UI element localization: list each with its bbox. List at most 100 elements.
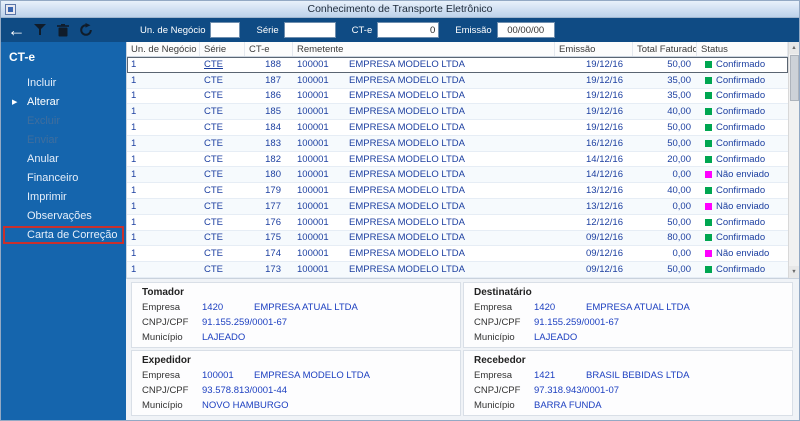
cell-un-negocio: 1 xyxy=(131,137,137,149)
status-label: Confirmado xyxy=(716,185,766,197)
sidebar-item-incluir[interactable]: Incluir xyxy=(3,74,124,92)
cell-remetente-name: EMPRESA MODELO LTDA xyxy=(349,248,465,260)
cell-serie: CTE xyxy=(204,200,223,212)
cell-status: Confirmado xyxy=(697,59,788,70)
cte-label: CT-e xyxy=(351,24,373,36)
status-indicator-icon xyxy=(705,92,712,100)
panel-row-municipio: Município BARRA FUNDA xyxy=(474,400,782,411)
scroll-up-button[interactable]: ▲ xyxy=(789,42,799,54)
table-row[interactable]: 1 CTE 180 100001 EMPRESA MODELO LTDA 14/12/16… xyxy=(127,167,788,184)
cell-total-faturado: 0,00 xyxy=(672,169,692,181)
table-row[interactable]: 1 CTE 186 100001 EMPRESA MODELO LTDA 19/12/16… xyxy=(127,88,788,105)
cell-remetente-name: EMPRESA MODELO LTDA xyxy=(349,169,465,181)
panel-recebedor: Recebedor Empresa 1421 BRASIL BEBIDAS LTDA C… xyxy=(463,350,793,416)
cell-emissao: 14/12/16 xyxy=(586,169,623,181)
scroll-down-button[interactable]: ▼ xyxy=(789,266,799,278)
filter-button[interactable] xyxy=(29,20,50,41)
cell-status: Não enviado xyxy=(697,248,788,259)
table-row[interactable]: 1 CTE 187 100001 EMPRESA MODELO LTDA 19/12/16… xyxy=(127,72,788,89)
empresa-code: 1420 xyxy=(202,302,224,313)
back-arrow-icon: ← xyxy=(7,20,26,40)
vertical-scrollbar[interactable]: ▲ ▼ xyxy=(788,42,799,278)
cell-un-negocio: 1 xyxy=(131,248,137,260)
header-emissao[interactable]: Emissão xyxy=(555,42,633,56)
table-row[interactable]: 1 CTE 177 100001 EMPRESA MODELO LTDA 13/12/16… xyxy=(127,199,788,215)
empresa-label: Empresa xyxy=(474,370,513,381)
toolbar: ← Un. de Negócio Série CT-e Emissão xyxy=(1,18,799,42)
table-row[interactable]: 1 CTE 176 100001 EMPRESA MODELO LTDA 12/12/16… xyxy=(127,214,788,231)
cell-remetente-code: 100001 xyxy=(297,58,329,70)
cell-remetente-code: 100001 xyxy=(297,153,329,165)
cell-emissao: 19/12/16 xyxy=(586,106,623,118)
cell-serie: CTE xyxy=(204,169,223,181)
cell-emissao: 09/12/16 xyxy=(586,232,623,244)
cell-emissao: 13/12/16 xyxy=(586,200,623,212)
table-row[interactable]: 1 CTE 185 100001 EMPRESA MODELO LTDA 19/12/16… xyxy=(127,104,788,121)
cell-remetente-name: EMPRESA MODELO LTDA xyxy=(349,137,465,149)
table-row[interactable]: 1 CTE 188 100001 EMPRESA MODELO LTDA 19/12/16… xyxy=(127,57,788,73)
back-button[interactable]: ← xyxy=(6,20,27,41)
cnpj-label: CNPJ/CPF xyxy=(142,385,189,396)
table-row[interactable]: 1 CTE 182 100001 EMPRESA MODELO LTDA 14/12/16… xyxy=(127,151,788,168)
panel-title: Expedidor xyxy=(142,355,191,366)
sidebar-item-alterar[interactable]: ▶ Alterar xyxy=(3,93,124,111)
table-row[interactable]: 1 CTE 184 100001 EMPRESA MODELO LTDA 19/12/16… xyxy=(127,120,788,136)
sidebar-item-anular[interactable]: Anular xyxy=(3,150,124,168)
cell-cte-number: 173 xyxy=(265,264,281,276)
table-row[interactable]: 1 CTE 175 100001 EMPRESA MODELO LTDA 09/12/16… xyxy=(127,230,788,247)
cell-total-faturado: 50,00 xyxy=(667,137,691,149)
header-serie[interactable]: Série xyxy=(200,42,245,56)
serie-input[interactable] xyxy=(283,22,336,38)
cell-un-negocio: 1 xyxy=(131,106,137,118)
header-un-negocio[interactable]: Un. de Negócio xyxy=(127,42,200,56)
cell-un-negocio: 1 xyxy=(131,232,137,244)
delete-button[interactable] xyxy=(52,20,73,41)
panel-expedidor: Expedidor Empresa 100001 EMPRESA MODELO LTD… xyxy=(131,350,461,416)
cell-total-faturado: 50,00 xyxy=(667,264,691,276)
empresa-label: Empresa xyxy=(474,302,513,313)
emissao-date-input[interactable] xyxy=(496,22,555,38)
table-row[interactable]: 1 CTE 174 100001 EMPRESA MODELO LTDA 09/12/16… xyxy=(127,246,788,263)
panel-title: Destinatário xyxy=(474,287,532,298)
cell-status: Não enviado xyxy=(697,201,788,212)
cell-remetente-code: 100001 xyxy=(297,216,329,228)
sidebar-item-observacoes[interactable]: Observações xyxy=(3,207,124,225)
header-cte[interactable]: CT-e xyxy=(245,42,293,56)
panel-row-municipio: Município NOVO HAMBURGO xyxy=(142,400,450,411)
scrollbar-thumb[interactable] xyxy=(789,55,799,101)
empresa-name: EMPRESA ATUAL LTDA xyxy=(586,302,690,313)
empresa-label: Empresa xyxy=(142,370,181,381)
cnpj-value: 91.155.259/0001-67 xyxy=(534,317,620,328)
panel-row-cnpj: CNPJ/CPF 91.155.259/0001-67 xyxy=(142,317,450,328)
cte-number-input[interactable] xyxy=(377,22,440,38)
header-status[interactable]: Status xyxy=(697,42,788,56)
cell-serie: CTE xyxy=(204,137,223,149)
cell-emissao: 19/12/16 xyxy=(586,58,623,70)
sidebar-item-carta-de-correcao[interactable]: Carta de Correção xyxy=(3,226,124,244)
cell-remetente-name: EMPRESA MODELO LTDA xyxy=(349,216,465,228)
cell-un-negocio: 1 xyxy=(131,122,137,134)
cell-un-negocio: 1 xyxy=(131,185,137,197)
table-row[interactable]: 1 CTE 179 100001 EMPRESA MODELO LTDA 13/12/16… xyxy=(127,183,788,200)
cell-emissao: 13/12/16 xyxy=(586,185,623,197)
sidebar-item-imprimir[interactable]: Imprimir xyxy=(3,188,124,206)
sidebar-item-financeiro[interactable]: Financeiro xyxy=(3,169,124,187)
refresh-icon xyxy=(79,23,92,36)
table-row[interactable]: 1 CTE 183 100001 EMPRESA MODELO LTDA 16/12/16… xyxy=(127,135,788,152)
un-negocio-input[interactable] xyxy=(210,22,241,38)
header-remetente[interactable]: Remetente xyxy=(293,42,555,56)
cell-remetente-name: EMPRESA MODELO LTDA xyxy=(349,264,465,276)
cell-total-faturado: 35,00 xyxy=(667,90,691,102)
refresh-button[interactable] xyxy=(75,20,96,41)
cell-remetente-name: EMPRESA MODELO LTDA xyxy=(349,185,465,197)
cell-remetente-name: EMPRESA MODELO LTDA xyxy=(349,106,465,118)
cell-total-faturado: 20,00 xyxy=(667,153,691,165)
details-section: Tomador Empresa 1420 EMPRESA ATUAL LTDA CNPJ… xyxy=(126,278,799,420)
header-total-faturado[interactable]: Total Faturado xyxy=(633,42,697,56)
empresa-code: 1421 xyxy=(534,370,556,381)
table-row[interactable]: 1 CTE 173 100001 EMPRESA MODELO LTDA 09/12/16… xyxy=(127,262,788,278)
cell-emissao: 16/12/16 xyxy=(586,137,623,149)
status-indicator-icon xyxy=(705,234,712,242)
panel-destinatario: Destinatário Empresa 1420 EMPRESA ATUAL LTD… xyxy=(463,282,793,348)
status-label: Confirmado xyxy=(716,232,766,244)
